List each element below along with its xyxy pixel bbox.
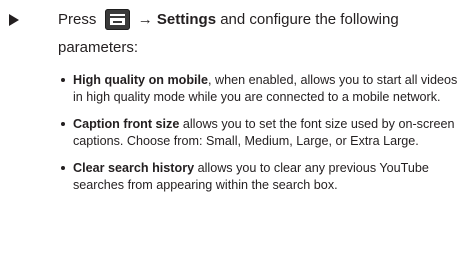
bullet-icon <box>61 166 65 170</box>
list-item: Caption front size allows you to set the… <box>61 116 458 149</box>
parameter-list: High quality on mobile, when enabled, al… <box>61 72 458 204</box>
step-continuation: parameters: <box>58 39 139 56</box>
bullet-icon <box>61 122 65 126</box>
settings-label: Settings <box>156 11 217 28</box>
instruction-step: Press → Settings and configure the follo… <box>9 6 464 62</box>
menu-key-icon <box>104 9 130 30</box>
parameter-term: High quality on mobile <box>73 73 209 87</box>
list-item: Clear search history allows you to clear… <box>61 160 458 193</box>
parameter-term: Caption front size <box>73 117 180 131</box>
arrow-symbol: → <box>137 11 153 28</box>
step-arrow-icon <box>9 14 19 26</box>
manual-page: Press → Settings and configure the follo… <box>0 0 468 261</box>
bullet-icon <box>61 78 65 82</box>
step-rest-text: and configure the following <box>220 11 399 28</box>
list-item: High quality on mobile, when enabled, al… <box>61 72 458 105</box>
press-label: Press <box>58 11 97 28</box>
parameter-term: Clear search history <box>73 161 195 175</box>
step-text: Press → Settings and configure the follo… <box>58 6 464 62</box>
